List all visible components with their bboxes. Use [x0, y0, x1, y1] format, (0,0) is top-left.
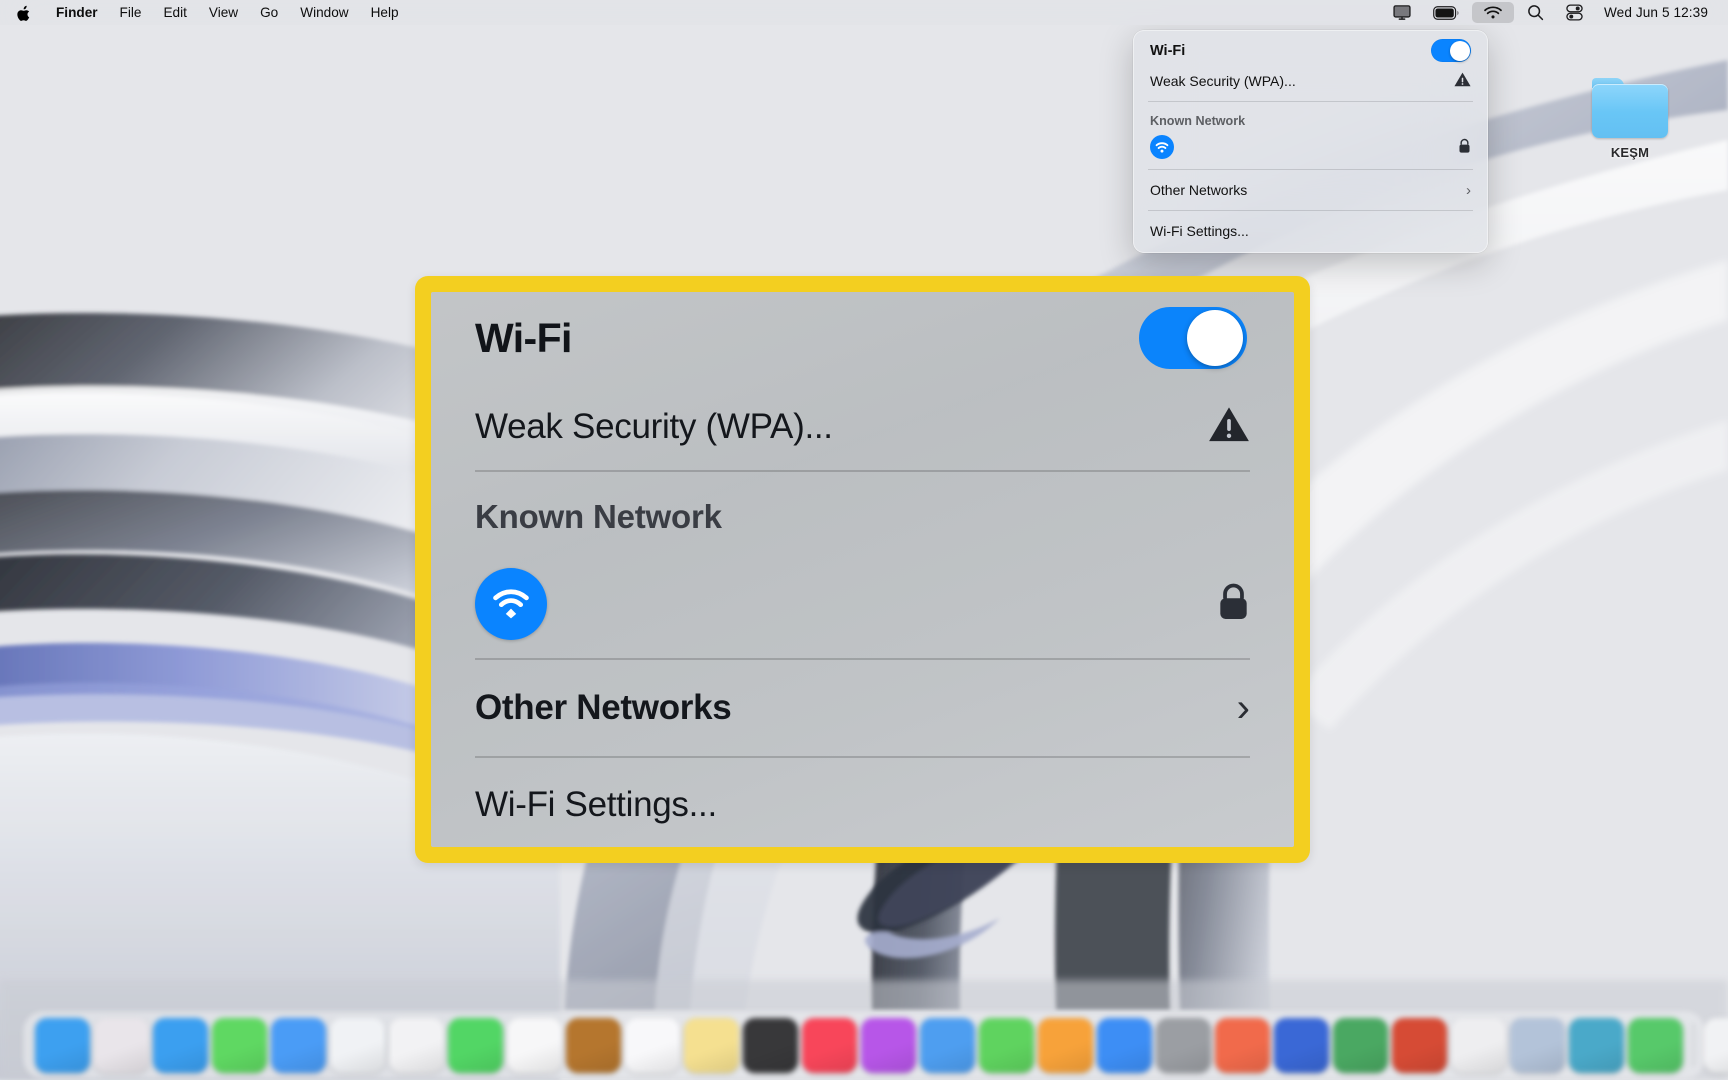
- dock-app-preview[interactable]: [1510, 1017, 1565, 1073]
- wifi-icon[interactable]: [1471, 2, 1514, 23]
- dock-app-word[interactable]: [1274, 1017, 1329, 1073]
- wifi-settings-row[interactable]: Wi-Fi Settings...: [1134, 216, 1487, 246]
- menu-bar-status-area: Wed Jun 5 12:39: [1382, 0, 1720, 25]
- wifi-menu-title: Wi-Fi: [1150, 42, 1186, 59]
- dock-app-whatsapp[interactable]: [979, 1017, 1034, 1073]
- zoom-callout-highlight: Wi-Fi Weak Security (WPA)... Known Netwo…: [415, 276, 1310, 863]
- callout-weak-security-row[interactable]: Weak Security (WPA)...: [431, 384, 1294, 470]
- control-center-icon[interactable]: [1555, 0, 1594, 25]
- dock-app-launchpad[interactable]: [94, 1017, 149, 1073]
- dock-app-powerpoint[interactable]: [1392, 1017, 1447, 1073]
- dock-app-color-wheel-app[interactable]: [389, 1017, 444, 1073]
- callout-wifi-power-toggle[interactable]: [1139, 307, 1247, 369]
- callout-other-networks-row[interactable]: Other Networks ›: [431, 660, 1294, 756]
- apple-menu-icon[interactable]: [0, 0, 45, 25]
- menu-divider-1: [1148, 101, 1473, 102]
- dock-app-music[interactable]: [802, 1017, 857, 1073]
- toggle-knob: [1449, 40, 1470, 61]
- menu-item-view[interactable]: View: [198, 0, 249, 25]
- callout-chevron-right-icon: ›: [1236, 686, 1250, 730]
- dock-app-facetime[interactable]: [448, 1017, 503, 1073]
- callout-wifi-network-row[interactable]: [431, 550, 1294, 658]
- dock-app-maps[interactable]: [1569, 1017, 1624, 1073]
- dock-app-chrome[interactable]: [1451, 1017, 1506, 1073]
- menu-item-help[interactable]: Help: [360, 0, 410, 25]
- dock-app-app-store[interactable]: [1097, 1017, 1152, 1073]
- dock-app-photos[interactable]: [330, 1017, 385, 1073]
- lock-icon: [1458, 138, 1471, 157]
- screen-mirroring-icon[interactable]: [1382, 0, 1422, 25]
- dock-app-mail[interactable]: [271, 1017, 326, 1073]
- zoom-callout-content: Wi-Fi Weak Security (WPA)... Known Netwo…: [431, 292, 1294, 847]
- dock-app-adobe-app[interactable]: [1215, 1017, 1270, 1073]
- other-networks-label: Other Networks: [1150, 182, 1248, 198]
- callout-wifi-settings-label: Wi-Fi Settings...: [475, 785, 717, 824]
- menu-bar-left: Finder File Edit View Go Window Help: [0, 0, 410, 25]
- desktop-folder-kesm[interactable]: KEŞM: [1582, 78, 1678, 160]
- menu-item-finder[interactable]: Finder: [45, 0, 109, 25]
- chevron-right-icon: ›: [1466, 181, 1471, 199]
- weak-security-label: Weak Security (WPA)...: [1150, 73, 1296, 89]
- dock-app-safari[interactable]: [153, 1017, 208, 1073]
- dock[interactable]: [24, 1012, 1728, 1078]
- known-network-section-label: Known Network: [1150, 114, 1246, 128]
- dock-app-system-settings[interactable]: [1156, 1017, 1211, 1073]
- callout-warning-triangle-icon: [1208, 406, 1250, 448]
- callout-wifi-header: Wi-Fi: [431, 292, 1294, 384]
- wifi-signal-icon: [1150, 135, 1174, 159]
- wifi-network-row[interactable]: [1134, 130, 1487, 164]
- dock-app-downloads-stack[interactable]: [1704, 1017, 1728, 1073]
- dock-app-contacts[interactable]: [566, 1017, 621, 1073]
- callout-other-networks-label: Other Networks: [475, 688, 732, 727]
- wifi-dropdown-menu: Wi-Fi Weak Security (WPA)... Known Netwo…: [1133, 30, 1488, 253]
- dock-app-notes-alt[interactable]: [1038, 1017, 1093, 1073]
- desktop-folder-label: KEŞM: [1610, 145, 1650, 160]
- menu-bar-clock[interactable]: Wed Jun 5 12:39: [1594, 0, 1720, 25]
- dock-separator: [1693, 1023, 1694, 1067]
- dock-app-calendar[interactable]: [507, 1017, 562, 1073]
- dock-app-reminders[interactable]: [625, 1017, 680, 1073]
- warning-triangle-icon: [1454, 72, 1471, 90]
- menu-item-edit[interactable]: Edit: [152, 0, 197, 25]
- wifi-settings-label: Wi-Fi Settings...: [1150, 223, 1249, 239]
- menu-bar: Finder File Edit View Go Window Help Wed…: [0, 0, 1728, 25]
- battery-icon[interactable]: [1422, 0, 1470, 25]
- menu-item-window[interactable]: Window: [289, 0, 359, 25]
- dock-app-podcasts[interactable]: [861, 1017, 916, 1073]
- wifi-menu-weak-security-row[interactable]: Weak Security (WPA)...: [1134, 66, 1487, 96]
- callout-wifi-settings-row[interactable]: Wi-Fi Settings...: [431, 758, 1294, 847]
- callout-toggle-knob: [1187, 310, 1243, 366]
- spotlight-search-icon[interactable]: [1516, 0, 1555, 25]
- callout-known-network-label: Known Network: [475, 498, 722, 535]
- dock-app-messages[interactable]: [212, 1017, 267, 1073]
- callout-wifi-title: Wi-Fi: [475, 314, 572, 361]
- dock-app-notes[interactable]: [684, 1017, 739, 1073]
- dock-app-excel[interactable]: [1333, 1017, 1388, 1073]
- callout-lock-icon: [1217, 582, 1250, 627]
- dock-app-tv[interactable]: [920, 1017, 975, 1073]
- dock-app-terminal[interactable]: [743, 1017, 798, 1073]
- menu-divider-3: [1148, 210, 1473, 211]
- menu-item-go[interactable]: Go: [249, 0, 289, 25]
- other-networks-row[interactable]: Other Networks ›: [1134, 175, 1487, 205]
- wifi-power-toggle[interactable]: [1431, 39, 1471, 62]
- callout-wifi-signal-icon: [475, 568, 547, 640]
- menu-item-file[interactable]: File: [109, 0, 153, 25]
- dock-app-finder[interactable]: [35, 1017, 90, 1073]
- folder-body: [1592, 84, 1668, 138]
- desktop-screen: Finder File Edit View Go Window Help Wed…: [0, 0, 1728, 1080]
- folder-icon: [1592, 78, 1668, 138]
- menu-divider-2: [1148, 169, 1473, 170]
- callout-weak-security-label: Weak Security (WPA)...: [475, 407, 833, 446]
- wifi-menu-header: Wi-Fi: [1134, 36, 1487, 66]
- dock-app-messages-alt[interactable]: [1628, 1017, 1683, 1073]
